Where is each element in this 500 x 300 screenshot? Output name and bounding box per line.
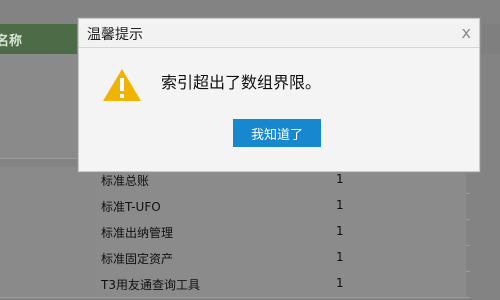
table-cell-value: 1: [336, 172, 344, 186]
warning-dialog: 温馨提示 x 索引超出了数组界限。 我知道了: [78, 18, 480, 172]
table-left-cell: [0, 219, 96, 245]
table-cell-name: T3用友通查询工具: [101, 278, 200, 292]
table-row: 标准T-UFO 1: [0, 193, 470, 220]
name-column-header: 名称: [0, 34, 23, 49]
table-value-cell: 1: [330, 271, 466, 297]
acknowledge-button[interactable]: 我知道了: [233, 119, 321, 147]
table-row: 标准出纳管理 1: [0, 219, 470, 246]
table-cell-name: 标准总账: [101, 174, 150, 188]
warning-icon: [103, 69, 141, 101]
table-name-cell: 标准出纳管理: [95, 219, 331, 245]
table-cell-name: 标准固定资产: [101, 252, 174, 266]
table-left-cell: [0, 193, 96, 219]
table-value-cell: 1: [330, 245, 466, 271]
table-cell-value: 1: [336, 198, 344, 212]
close-icon[interactable]: x: [462, 23, 471, 42]
table-cell-value: 1: [336, 224, 344, 238]
table-left-cell: [0, 245, 96, 271]
dialog-titlebar: 温馨提示 x: [79, 19, 479, 48]
table-cell-value: 1: [336, 276, 344, 290]
table-name-cell: 标准T-UFO: [95, 193, 331, 219]
table-left-cell: [0, 271, 96, 297]
table-value-cell: 1: [330, 219, 466, 245]
table-cell-value: 1: [336, 250, 344, 264]
table-cell-name: 标准T-UFO: [101, 200, 161, 214]
table-row: T3用友通查询工具 1: [0, 271, 470, 298]
table-cell-name: 标准出纳管理: [101, 226, 174, 240]
table-value-cell: 1: [330, 193, 466, 219]
table-name-cell: 标准固定资产: [95, 245, 331, 271]
dialog-title: 温馨提示: [87, 27, 143, 43]
table-row: 标准固定资产 1: [0, 245, 470, 272]
dialog-message: 索引超出了数组界限。: [161, 73, 322, 92]
table-name-cell: T3用友通查询工具: [95, 271, 331, 297]
